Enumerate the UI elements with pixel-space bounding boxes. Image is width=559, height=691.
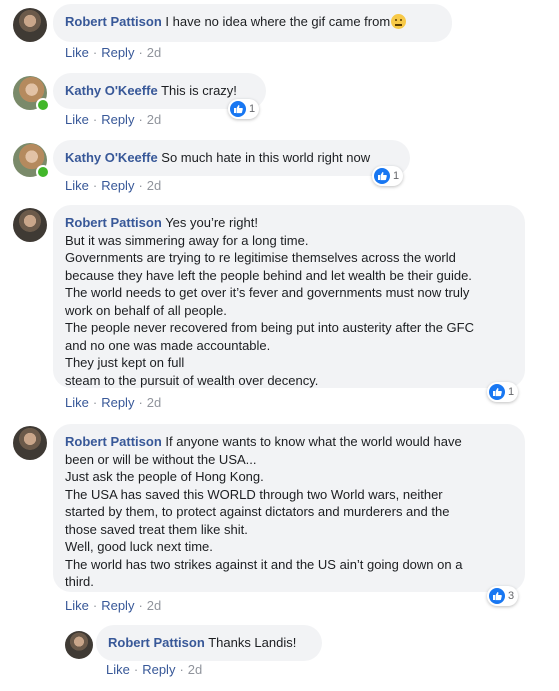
reaction-count: 1: [508, 386, 515, 398]
comment-author[interactable]: Kathy O'Keeffe: [65, 83, 158, 98]
comment-actions: Like · Reply · 2d: [65, 45, 161, 60]
comment-text-line: The world has two strikes against it and…: [65, 556, 463, 572]
comment-text-line: because they have left the people behind…: [65, 267, 472, 283]
comment-actions: Like · Reply · 2d: [65, 178, 161, 193]
like-link[interactable]: Like: [65, 598, 89, 613]
comment-bubble: Robert Pattison Thanks Landis!: [96, 625, 322, 661]
reply-link[interactable]: Reply: [101, 395, 134, 410]
reaction-count: 1: [249, 103, 256, 115]
reply-link[interactable]: Reply: [142, 662, 175, 677]
separator: ·: [138, 178, 143, 193]
comment-author[interactable]: Robert Pattison: [108, 635, 205, 650]
comment-text: Thanks Landis!: [208, 635, 297, 650]
reaction-count-badge[interactable]: 3: [487, 586, 519, 606]
reply-link[interactable]: Reply: [101, 112, 134, 127]
comment-author[interactable]: Robert Pattison: [65, 14, 162, 29]
comment-bubble: Robert Pattison I have no idea where the…: [53, 4, 452, 42]
comment-bubble: Robert Pattison If anyone wants to know …: [53, 424, 525, 592]
comment-author[interactable]: Robert Pattison: [65, 434, 162, 449]
comment-text: This is crazy!: [161, 83, 237, 98]
comment-text-line: They just kept on full: [65, 355, 185, 370]
separator: ·: [92, 178, 98, 193]
reply-link[interactable]: Reply: [101, 45, 134, 60]
separator: ·: [133, 662, 139, 677]
comment-bubble: Kathy O'Keeffe So much hate in this worl…: [53, 140, 410, 176]
like-link[interactable]: Like: [65, 395, 89, 410]
reaction-count: 3: [508, 590, 515, 602]
comment-text-line: steam to the pursuit of wealth over dece…: [65, 372, 319, 388]
thumbs-up-icon: [489, 384, 505, 400]
comment-text-line: work on behalf of all people.: [65, 302, 227, 318]
comment-actions: Like · Reply · 2d: [65, 112, 161, 127]
reply-link[interactable]: Reply: [101, 598, 134, 613]
thumbs-up-icon: [230, 101, 246, 117]
separator: ·: [138, 598, 143, 613]
comment-timestamp[interactable]: 2d: [147, 112, 161, 127]
comment-text: I have no idea where the gif came from: [165, 14, 391, 29]
comment-text-line: Well, good luck next time.: [65, 539, 213, 554]
rolling-eyes-emoji-icon: [391, 14, 407, 29]
separator: ·: [92, 598, 98, 613]
separator: ·: [92, 395, 98, 410]
comment-text-line: The people never recovered from being pu…: [65, 320, 474, 335]
avatar[interactable]: [13, 208, 47, 242]
comment-text-line: third.: [65, 574, 94, 589]
comment-author[interactable]: Robert Pattison: [65, 215, 162, 230]
avatar[interactable]: [13, 8, 47, 42]
comment-author[interactable]: Kathy O'Keeffe: [65, 150, 158, 165]
comment-timestamp[interactable]: 2d: [147, 45, 161, 60]
comment-text: So much hate in this world right now: [161, 150, 371, 165]
reaction-count-badge[interactable]: 1: [487, 382, 519, 402]
comment-text-line: started by them, to protect against dict…: [65, 504, 450, 519]
comment-text-line: But it was simmering away for a long tim…: [65, 232, 309, 248]
separator: ·: [92, 112, 98, 127]
comment-actions: Like · Reply · 2d: [65, 598, 161, 613]
comment-text-line: Just ask the people of Hong Kong.: [65, 469, 264, 484]
comment-text-line: Yes you’re right!: [165, 215, 258, 230]
reaction-count-badge[interactable]: 1: [228, 99, 260, 119]
separator: ·: [138, 112, 143, 127]
avatar[interactable]: [13, 426, 47, 460]
separator: ·: [138, 395, 143, 410]
comment-text-line: and no one was made accountable.: [65, 337, 271, 353]
comment-text-line: Governments are trying to re legitimise …: [65, 250, 456, 265]
like-link[interactable]: Like: [65, 112, 89, 127]
comment-timestamp[interactable]: 2d: [147, 598, 161, 613]
comment-text-line: If anyone wants to know what the world w…: [165, 434, 462, 449]
online-status-indicator: [36, 98, 50, 112]
reply-link[interactable]: Reply: [101, 178, 134, 193]
like-link[interactable]: Like: [65, 178, 89, 193]
reaction-count: 1: [393, 170, 400, 182]
like-link[interactable]: Like: [65, 45, 89, 60]
comment-timestamp[interactable]: 2d: [147, 395, 161, 410]
separator: ·: [179, 662, 184, 677]
comment-text-line: The USA has saved this WORLD through two…: [65, 486, 443, 502]
comment-actions: Like · Reply · 2d: [65, 395, 161, 410]
avatar[interactable]: [65, 631, 93, 659]
comment-text-line: The world needs to get over it’s fever a…: [65, 285, 470, 300]
comment-text-line: those saved treat them like shit.: [65, 521, 248, 537]
online-status-indicator: [36, 165, 50, 179]
comment-timestamp[interactable]: 2d: [147, 178, 161, 193]
comment-timestamp[interactable]: 2d: [188, 662, 202, 677]
reaction-count-badge[interactable]: 1: [372, 166, 404, 186]
comment-text-line: been or will be without the USA...: [65, 451, 257, 467]
thumbs-up-icon: [489, 588, 505, 604]
separator: ·: [92, 45, 98, 60]
thumbs-up-icon: [374, 168, 390, 184]
comment-actions: Like · Reply · 2d: [106, 662, 202, 677]
comment-bubble: Robert Pattison Yes you’re right! But it…: [53, 205, 525, 388]
separator: ·: [138, 45, 143, 60]
like-link[interactable]: Like: [106, 662, 130, 677]
